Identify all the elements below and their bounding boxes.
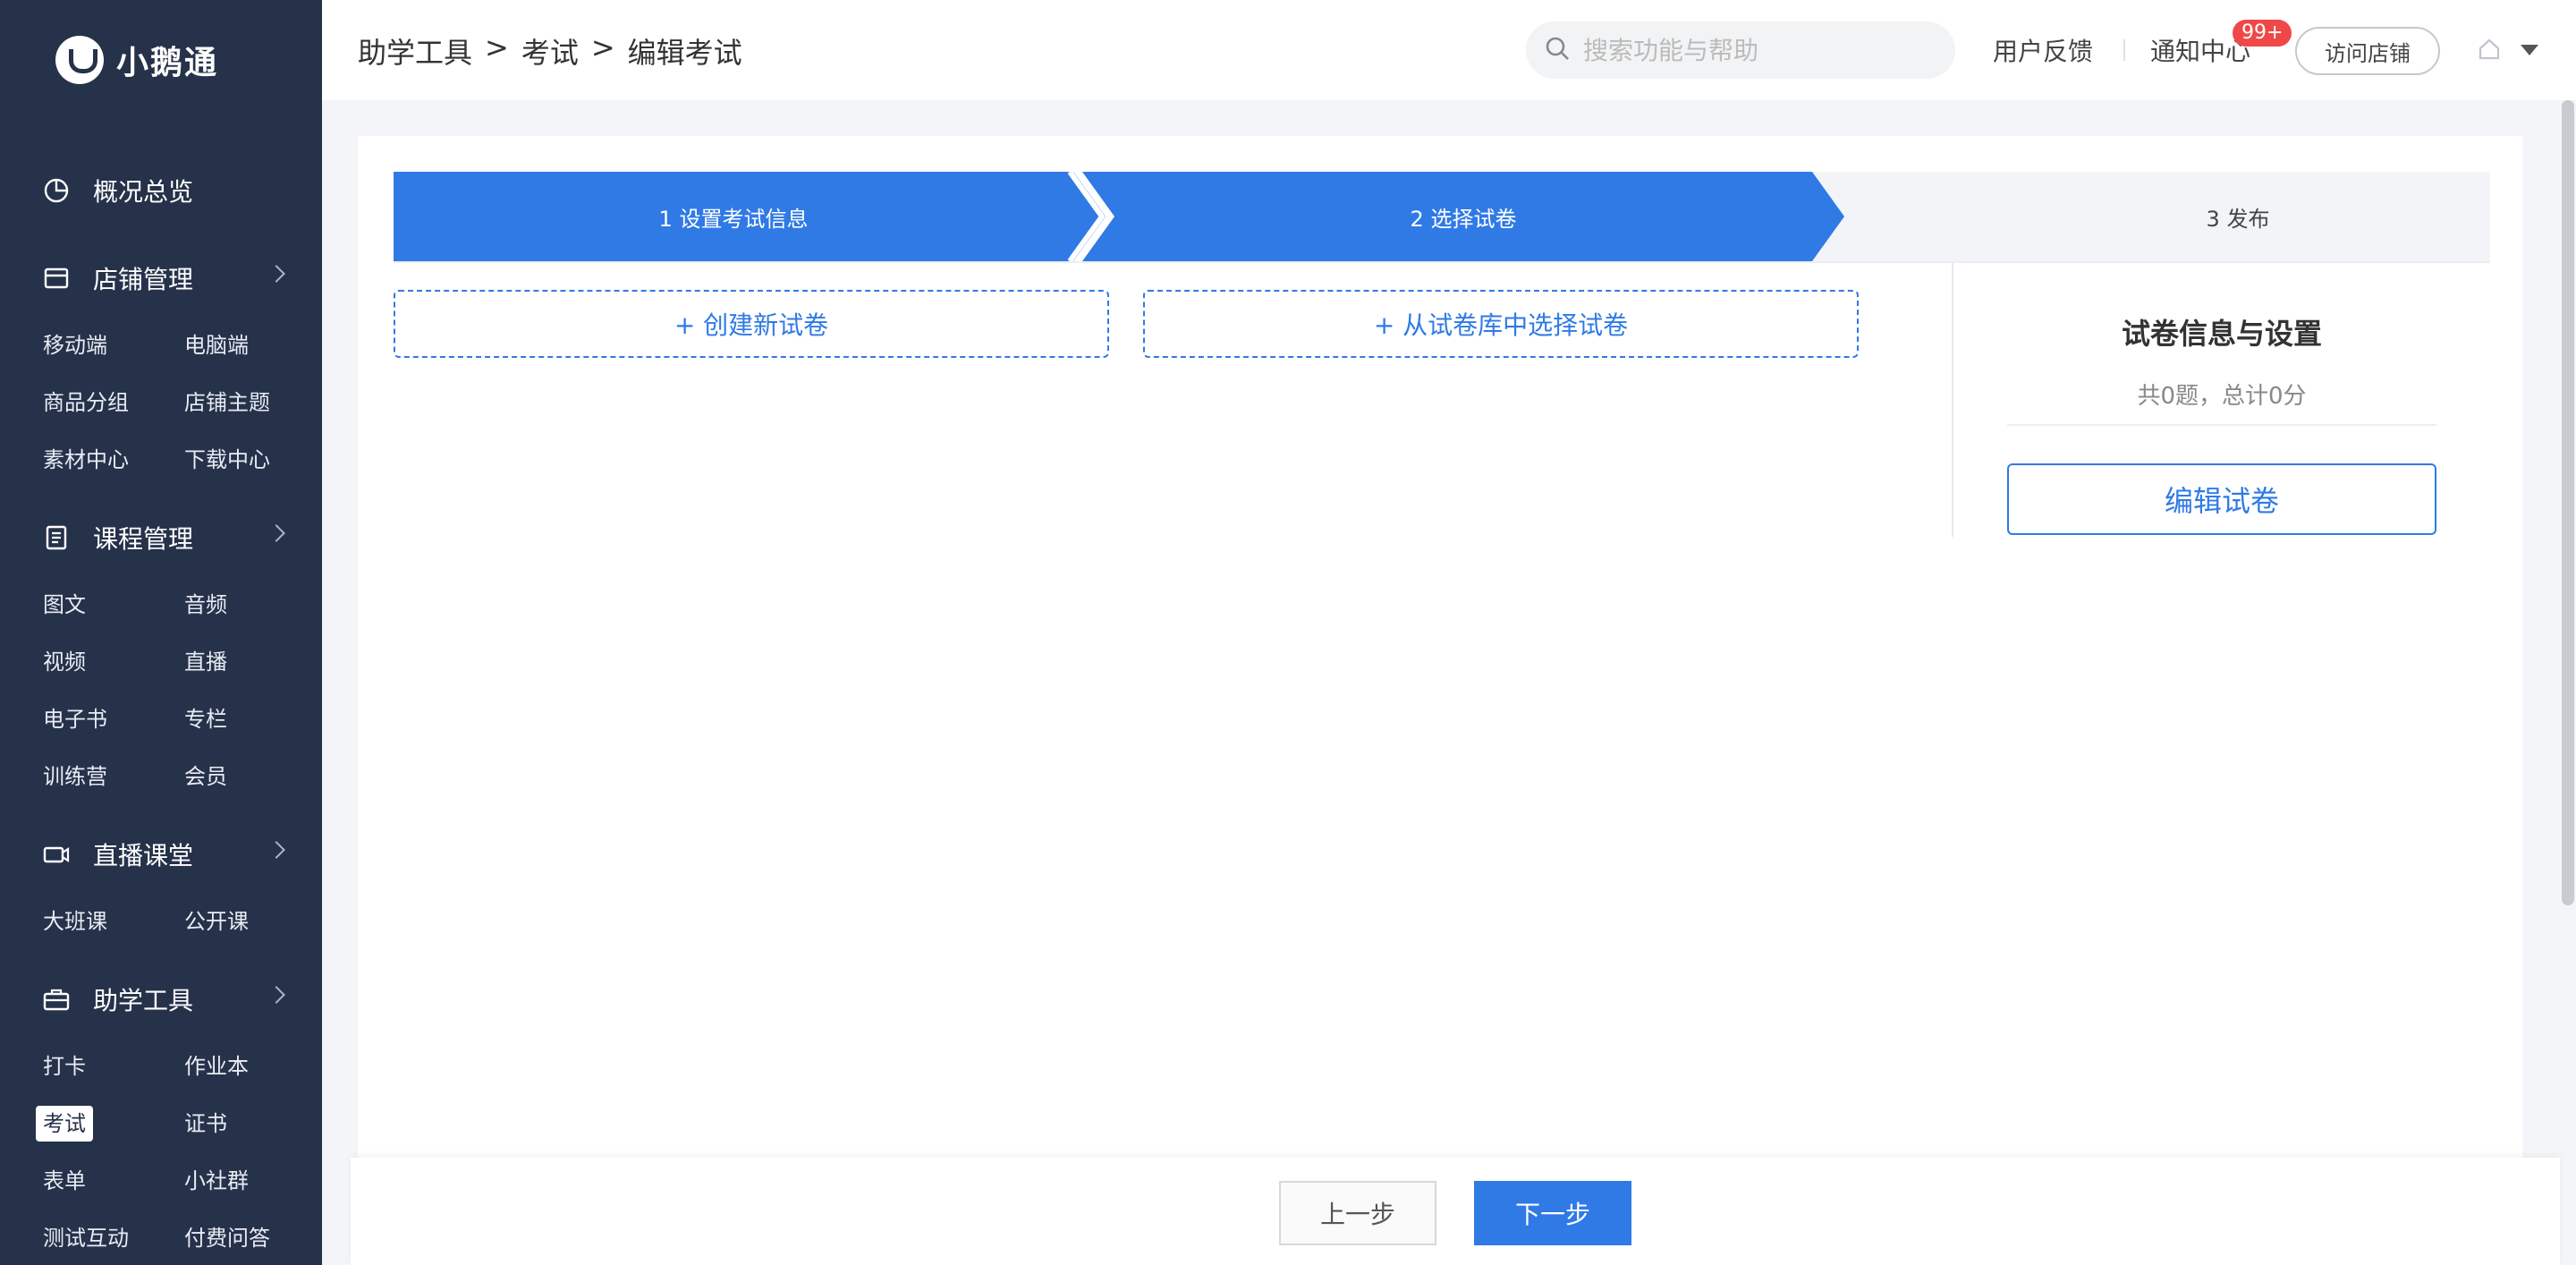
- sidebar-item-quiz-interaction[interactable]: 测试互动: [43, 1220, 129, 1256]
- chevron-right-icon: [267, 841, 285, 859]
- footer-bar: 上一步 下一步: [351, 1158, 2560, 1265]
- notification-badge: 99+: [2233, 20, 2292, 47]
- sidebar-item-material-center[interactable]: 素材中心: [43, 442, 129, 478]
- visit-store-button[interactable]: 访问店铺: [2295, 27, 2440, 75]
- prev-step-button[interactable]: 上一步: [1279, 1181, 1436, 1245]
- sidebar-item-live[interactable]: 直播: [184, 644, 227, 680]
- sidebar: 小鹅通 概况总览 店铺管理 移动端 电脑端 商品分组 店铺主题 素材中心 下载中…: [0, 0, 322, 1265]
- caret-down-icon[interactable]: [2521, 45, 2538, 55]
- nav-store-management-label: 店铺管理: [93, 265, 194, 294]
- sidebar-item-audio[interactable]: 音频: [184, 587, 227, 623]
- breadcrumb-exam[interactable]: 考试: [521, 30, 579, 72]
- search-input[interactable]: [1583, 35, 1923, 65]
- breadcrumb: 助学工具 > 考试 > 编辑考试: [358, 30, 742, 72]
- panel-divider: [1952, 263, 1953, 537]
- sidebar-item-product-groups[interactable]: 商品分组: [43, 385, 129, 420]
- nav-live-classroom-label: 直播课堂: [93, 841, 194, 870]
- app-logo[interactable]: 小鹅通: [55, 36, 218, 84]
- sidebar-item-download-center[interactable]: 下载中心: [184, 442, 270, 478]
- create-paper-button[interactable]: + 创建新试卷: [394, 290, 1109, 358]
- toolbox-icon: [41, 984, 72, 1015]
- feedback-link[interactable]: 用户反馈: [1993, 32, 2093, 68]
- sidebar-item-exam[interactable]: 考试: [36, 1106, 93, 1142]
- edit-paper-button[interactable]: 编辑试卷: [2007, 463, 2436, 535]
- vertical-scrollbar[interactable]: [2562, 100, 2574, 905]
- steps-divider: [394, 261, 2490, 263]
- nav-course-management-label: 课程管理: [93, 524, 194, 554]
- nav-live-classroom[interactable]: 直播课堂: [41, 832, 285, 877]
- nav-course-management[interactable]: 课程管理: [41, 515, 285, 560]
- document-icon: [41, 522, 72, 553]
- paper-summary: 共0题，总计0分: [2137, 383, 2307, 410]
- pie-chart-icon: [41, 175, 72, 206]
- sidebar-item-pc[interactable]: 电脑端: [184, 327, 249, 363]
- step-exam-info: 1 设置考试信息: [394, 172, 1073, 261]
- chevron-right-icon: [267, 524, 285, 542]
- next-step-button[interactable]: 下一步: [1474, 1181, 1631, 1245]
- sidebar-item-paid-qa[interactable]: 付费问答: [184, 1220, 270, 1256]
- app-name: 小鹅通: [116, 45, 219, 81]
- sidebar-item-checkin[interactable]: 打卡: [43, 1049, 86, 1084]
- nav-learning-tools[interactable]: 助学工具: [41, 977, 285, 1022]
- main-content: 3 发布 1 设置考试信息 2 选择试卷 + 创建新试卷 + 从试卷库中选择试卷…: [358, 136, 2522, 1265]
- nav-store-management[interactable]: 店铺管理: [41, 256, 285, 301]
- step-select-paper: 2 选择试卷: [1114, 172, 1812, 261]
- sidebar-item-open-class[interactable]: 公开课: [184, 904, 249, 939]
- sidebar-item-video[interactable]: 视频: [43, 644, 86, 680]
- sidebar-item-ebook[interactable]: 电子书: [43, 701, 107, 737]
- nav-overview-label: 概况总览: [93, 177, 194, 207]
- sidebar-item-homework[interactable]: 作业本: [184, 1049, 249, 1084]
- sidebar-item-membership[interactable]: 会员: [184, 759, 227, 794]
- step-progress: 3 发布 1 设置考试信息 2 选择试卷: [394, 172, 2490, 261]
- panel-title: 试卷信息与设置: [2121, 317, 2322, 351]
- step-exam-info-label: 1 设置考试信息: [658, 206, 809, 232]
- header-divider: [2123, 39, 2125, 61]
- breadcrumb-separator: >: [485, 30, 509, 64]
- chevron-right-icon: [267, 986, 285, 1004]
- sidebar-item-form[interactable]: 表单: [43, 1163, 86, 1199]
- breadcrumb-edit-exam: 编辑考试: [627, 36, 742, 70]
- sidebar-item-mobile[interactable]: 移动端: [43, 327, 107, 363]
- sidebar-item-certificate[interactable]: 证书: [184, 1106, 227, 1142]
- choose-from-bank-button[interactable]: + 从试卷库中选择试卷: [1143, 290, 1859, 358]
- breadcrumb-separator: >: [590, 30, 615, 64]
- panel-separator: [2007, 424, 2436, 426]
- search-box[interactable]: [1526, 21, 1955, 79]
- search-icon: [1544, 35, 1571, 65]
- nav-overview[interactable]: 概况总览: [41, 168, 283, 213]
- step-select-paper-label: 2 选择试卷: [1410, 206, 1517, 232]
- breadcrumb-learning-tools[interactable]: 助学工具: [358, 30, 472, 72]
- sidebar-item-store-theme[interactable]: 店铺主题: [184, 385, 270, 420]
- store-icon: [41, 263, 72, 293]
- chevron-right-icon: [267, 265, 285, 283]
- sidebar-item-large-class[interactable]: 大班课: [43, 904, 107, 939]
- sidebar-item-column[interactable]: 专栏: [184, 701, 227, 737]
- home-icon[interactable]: [2478, 38, 2501, 61]
- nav-learning-tools-label: 助学工具: [93, 986, 194, 1015]
- video-camera-icon: [41, 839, 72, 870]
- sidebar-item-article[interactable]: 图文: [43, 587, 86, 623]
- sidebar-item-training-camp[interactable]: 训练营: [43, 759, 107, 794]
- goose-logo-icon: [55, 36, 104, 84]
- sidebar-item-community[interactable]: 小社群: [184, 1163, 249, 1199]
